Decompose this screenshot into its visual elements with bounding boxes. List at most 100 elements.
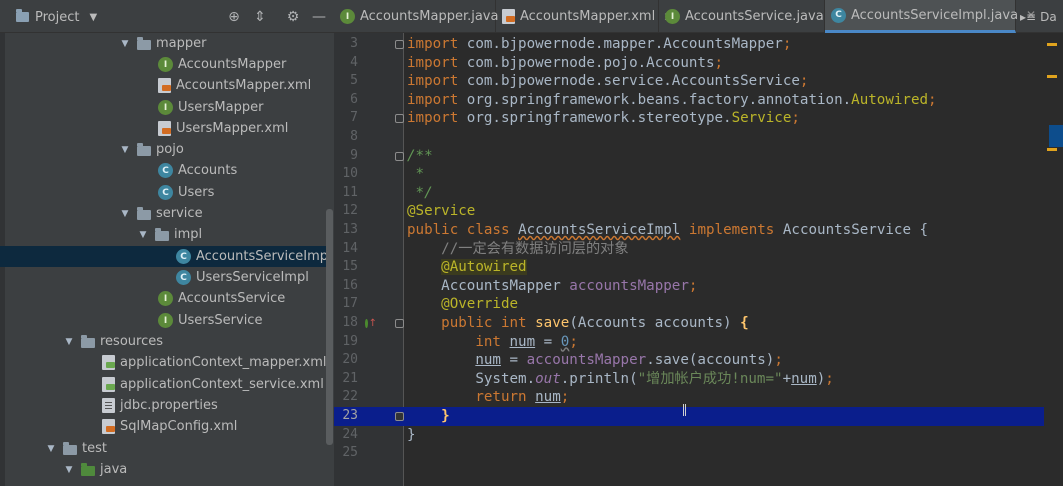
- tree-item-label: Users: [178, 185, 215, 200]
- tab-label: AccountsServiceImpl.java: [851, 7, 1019, 23]
- tree-item-impl[interactable]: ▼ impl: [0, 224, 326, 245]
- tree-item-service[interactable]: ▼ service: [0, 203, 326, 224]
- line-number: 25: [342, 445, 358, 461]
- variable: num: [475, 352, 501, 369]
- code-line-8[interactable]: [404, 128, 1044, 147]
- tab-accountsserviceimpl-java[interactable]: C AccountsServiceImpl.java ✕: [825, 0, 1036, 33]
- project-title: Project: [35, 9, 80, 25]
- class-icon: C: [158, 163, 173, 178]
- fold-toggle-icon[interactable]: [395, 319, 404, 328]
- warning-marker[interactable]: [1047, 148, 1057, 151]
- tree-item-usersmapper[interactable]: I UsersMapper: [0, 97, 326, 118]
- code-line-7[interactable]: import org.springframework.stereotype.Se…: [404, 109, 1044, 128]
- tree-item-appcontext-service[interactable]: applicationContext_service.xml: [0, 374, 326, 395]
- expand-arrow-icon[interactable]: ▼: [45, 444, 57, 454]
- code-line-22[interactable]: return num;: [404, 388, 1044, 407]
- expand-arrow-icon[interactable]: ▼: [63, 465, 75, 475]
- expand-arrow-icon[interactable]: ▼: [119, 145, 131, 155]
- code-line-14[interactable]: //一定会有数据访问层的对象: [404, 240, 1044, 259]
- paren: ): [816, 370, 826, 387]
- interface-name: AccountsService {: [782, 222, 929, 238]
- tree-item-java[interactable]: ▼ java: [0, 459, 326, 480]
- tab-accountsservice-java[interactable]: I AccountsService.java ✕: [659, 0, 842, 33]
- warning-marker[interactable]: [1047, 75, 1057, 78]
- code-line-15[interactable]: @Autowired: [404, 258, 1044, 277]
- keyword: import: [407, 36, 459, 52]
- code-line-18[interactable]: public int save(Accounts accounts) {: [404, 314, 1044, 333]
- tree-item-accountsmapper-xml[interactable]: AccountsMapper.xml: [0, 75, 326, 96]
- keyword: int: [475, 333, 501, 350]
- code-area[interactable]: import com.bjpowernode.mapper.AccountsMa…: [404, 33, 1044, 486]
- code-line-21[interactable]: System.out.println("增加帐户成功!num="+num);: [404, 370, 1044, 389]
- tree-item-usersserviceimpl[interactable]: C UsersServiceImpl: [0, 267, 326, 288]
- mouse-ibeam-cursor: [683, 404, 686, 416]
- import-class: Autowired: [851, 91, 929, 108]
- side-tool-button[interactable]: [1049, 125, 1063, 147]
- tab-accountsmapper-java[interactable]: I AccountsMapper.java ✕: [334, 0, 517, 33]
- locate-icon[interactable]: ⊕: [224, 7, 244, 27]
- expand-arrow-icon[interactable]: ▼: [137, 230, 149, 240]
- tree-item-test[interactable]: ▼ test: [0, 438, 326, 459]
- code-line-19[interactable]: int num = 0;: [404, 333, 1044, 352]
- tree-item-sqlmapconfig[interactable]: SqlMapConfig.xml: [0, 416, 326, 437]
- collapse-all-icon[interactable]: ⇕: [250, 7, 270, 27]
- tree-item-accountsservice[interactable]: I AccountsService: [0, 288, 326, 309]
- project-view-selector[interactable]: Project ▼: [16, 7, 97, 27]
- fold-toggle-icon[interactable]: [395, 151, 404, 161]
- tab-accountsmapper-xml[interactable]: AccountsMapper.xml ✕: [496, 0, 673, 33]
- code-line-20[interactable]: num = accountsMapper.save(accounts);: [404, 351, 1044, 370]
- tree-item-usersservice[interactable]: I UsersService: [0, 310, 326, 331]
- expand-arrow-icon[interactable]: ▼: [63, 337, 75, 347]
- tree-item-users[interactable]: C Users: [0, 182, 326, 203]
- tree-item-mapper[interactable]: ▼ mapper: [0, 33, 326, 54]
- expand-arrow-icon[interactable]: ▼: [119, 39, 131, 49]
- field-name: accountsMapper: [569, 277, 689, 294]
- fold-toggle-icon[interactable]: [395, 412, 404, 421]
- code-line-17[interactable]: @Override: [404, 295, 1044, 314]
- tree-item-resources[interactable]: ▼ resources: [0, 331, 326, 352]
- tree-item-label: AccountsServiceImpl: [196, 249, 332, 264]
- line-number-gutter[interactable]: 3 4 5 6 7 8 9 10 11 12 13 14 15 16 17 18 ↑ 19 20 21 22 23 24 25: [334, 33, 404, 486]
- package-folder-icon: [155, 227, 169, 241]
- code-line-12[interactable]: @Service: [404, 202, 1044, 221]
- code-line-3[interactable]: import com.bjpowernode.mapper.AccountsMa…: [404, 35, 1044, 54]
- code-line-4[interactable]: import com.bjpowernode.pojo.Accounts;: [404, 54, 1044, 73]
- code-line-13[interactable]: public class AccountsServiceImpl impleme…: [404, 221, 1044, 240]
- brace: }: [407, 426, 416, 443]
- code-line-5[interactable]: import com.bjpowernode.service.AccountsS…: [404, 72, 1044, 91]
- tree-scrollbar[interactable]: [326, 209, 333, 445]
- line-number: 6: [350, 91, 358, 107]
- code-line-9[interactable]: /**: [404, 147, 1044, 166]
- tree-item-accounts[interactable]: C Accounts: [0, 160, 326, 181]
- tab-overflow[interactable]: ▸≡ Da: [1016, 0, 1063, 33]
- code-line-24[interactable]: }: [404, 426, 1044, 445]
- code-line-25[interactable]: [404, 444, 1044, 463]
- code-line-10[interactable]: *: [404, 165, 1044, 184]
- hide-panel-icon[interactable]: —: [309, 7, 329, 27]
- line-number: 10: [342, 166, 358, 182]
- right-marker-strip[interactable]: [1044, 33, 1063, 486]
- import-path: org.springframework.stereotype.: [466, 110, 732, 127]
- expand-arrow-icon[interactable]: ▼: [119, 209, 131, 219]
- tree-item-label: mapper: [156, 36, 207, 51]
- tab-label: AccountsMapper.java: [360, 9, 499, 24]
- tree-item-accountsmapper[interactable]: I AccountsMapper: [0, 54, 326, 75]
- fold-toggle-icon[interactable]: [395, 114, 404, 124]
- code-editor[interactable]: 3 4 5 6 7 8 9 10 11 12 13 14 15 16 17 18 ↑ 19 20 21 22 23 24 25…: [334, 33, 1044, 486]
- tree-item-jdbc-properties[interactable]: jdbc.properties: [0, 395, 326, 416]
- gear-icon[interactable]: ⚙: [283, 7, 303, 27]
- tree-item-usersmapper-xml[interactable]: UsersMapper.xml: [0, 118, 326, 139]
- tree-item-pojo[interactable]: ▼ pojo: [0, 139, 326, 160]
- tree-item-label: service: [156, 206, 203, 221]
- code-line-11[interactable]: */: [404, 184, 1044, 203]
- code-line-16[interactable]: AccountsMapper accountsMapper;: [404, 277, 1044, 296]
- tab-overflow-icon[interactable]: ▸≡: [1020, 10, 1036, 24]
- code-line-6[interactable]: import org.springframework.beans.factory…: [404, 91, 1044, 110]
- tree-item-accountsserviceimpl[interactable]: C AccountsServiceImpl: [0, 246, 332, 267]
- implements-method-icon[interactable]: ↑: [365, 317, 377, 329]
- warning-marker[interactable]: [1047, 43, 1057, 46]
- fold-toggle-icon[interactable]: [395, 40, 404, 49]
- tree-item-label: AccountsMapper.xml: [176, 78, 312, 93]
- tree-item-appcontext-mapper[interactable]: applicationContext_mapper.xml: [0, 352, 327, 373]
- code-line-23[interactable]: }: [404, 407, 1044, 426]
